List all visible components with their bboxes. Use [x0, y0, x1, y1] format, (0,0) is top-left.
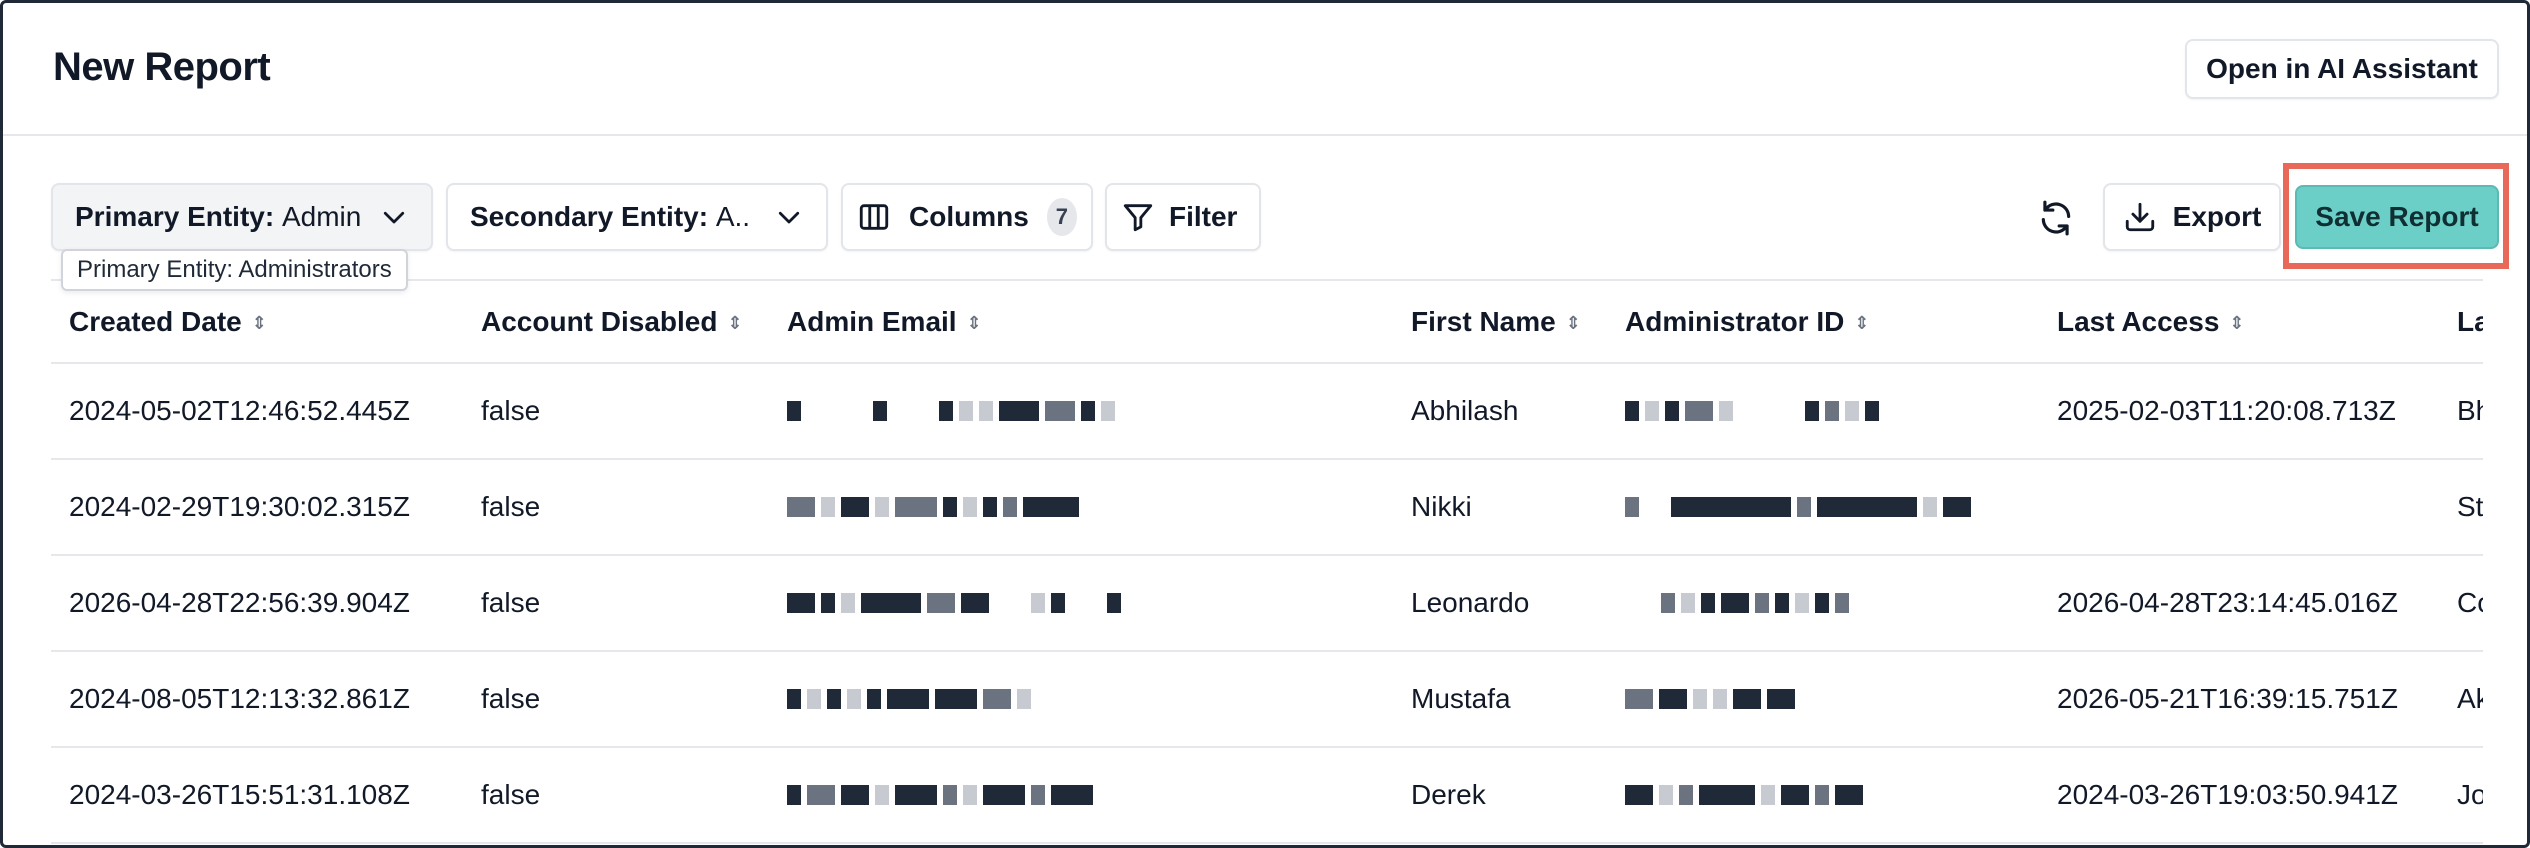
primary-entity-tooltip: Primary Entity: Administrators	[61, 249, 408, 291]
cell-last-access: 2025-02-03T11:20:08.713Z	[2039, 363, 2439, 460]
column-header-admin-email[interactable]: Admin Email ⇕	[769, 281, 1393, 364]
cell-administrator-id-redacted	[1607, 555, 2039, 652]
primary-entity-label: Primary Entity:	[75, 201, 275, 232]
export-label: Export	[2172, 201, 2262, 232]
refresh-icon[interactable]	[2037, 199, 2075, 237]
save-report-button[interactable]: Save Report	[2295, 185, 2499, 249]
redacted-text	[787, 583, 1375, 623]
cell-last-name: Ak	[2439, 651, 2483, 748]
table-row[interactable]: 2024-05-02T12:46:52.445Z false Abhilash …	[51, 363, 2483, 460]
sort-icon: ⇕	[1854, 312, 1870, 333]
cell-admin-email-redacted	[769, 459, 1393, 556]
column-header-last-name[interactable]: La	[2439, 281, 2483, 364]
cell-last-access: 2026-05-21T16:39:15.751Z	[2039, 651, 2439, 748]
report-header: New Report Open in AI Assistant	[3, 3, 2527, 136]
table-header-row: Created Date ⇕ Account Disabled ⇕ Admin Em…	[51, 281, 2483, 364]
cell-last-name: Jo	[2439, 747, 2483, 844]
cell-account-disabled: false	[463, 651, 769, 748]
sort-icon: ⇕	[2229, 312, 2245, 333]
sort-icon: ⇕	[727, 312, 743, 333]
cell-last-name: Co	[2439, 555, 2483, 652]
cell-admin-email-redacted	[769, 555, 1393, 652]
secondary-entity-value: A..	[715, 201, 751, 232]
page-title: New Report	[53, 45, 271, 89]
columns-icon	[857, 200, 891, 234]
open-ai-assistant-button[interactable]: Open in AI Assistant	[2185, 39, 2499, 99]
chevron-down-icon	[379, 202, 409, 232]
secondary-entity-select[interactable]: Secondary Entity: A..	[446, 183, 828, 251]
column-header-last-access[interactable]: Last Access ⇕	[2039, 281, 2439, 364]
cell-administrator-id-redacted	[1607, 747, 2039, 844]
cell-created-date: 2024-05-02T12:46:52.445Z	[51, 363, 463, 460]
cell-first-name: Nikki	[1393, 459, 1607, 556]
cell-administrator-id-redacted	[1607, 363, 2039, 460]
primary-entity-select[interactable]: Primary Entity: Admin	[51, 183, 433, 251]
sort-icon: ⇕	[966, 312, 982, 333]
filter-icon	[1121, 200, 1155, 234]
cell-admin-email-redacted	[769, 363, 1393, 460]
table-row[interactable]: 2024-02-29T19:30:02.315Z false Nikki St	[51, 459, 2483, 556]
column-header-account-disabled[interactable]: Account Disabled ⇕	[463, 281, 769, 364]
columns-label: Columns	[909, 201, 1029, 232]
report-table-container[interactable]: Created Date ⇕ Account Disabled ⇕ Admin Em…	[51, 279, 2483, 845]
filter-button[interactable]: Filter	[1105, 183, 1261, 251]
column-header-administrator-id[interactable]: Administrator ID ⇕	[1607, 281, 2039, 364]
chevron-down-icon	[774, 202, 804, 232]
table-row[interactable]: 2024-08-05T12:13:32.861Z false Mustafa 2…	[51, 651, 2483, 748]
redacted-text	[1625, 487, 2021, 527]
cell-last-access	[2039, 459, 2439, 556]
sort-icon: ⇕	[251, 312, 267, 333]
filter-label: Filter	[1169, 201, 1238, 232]
cell-last-access: 2024-03-26T19:03:50.941Z	[2039, 747, 2439, 844]
column-header-first-name[interactable]: First Name ⇕	[1393, 281, 1607, 364]
cell-last-access: 2026-04-28T23:14:45.016Z	[2039, 555, 2439, 652]
redacted-text	[1625, 583, 2021, 623]
redacted-text	[1625, 775, 2021, 815]
columns-count-badge: 7	[1046, 198, 1077, 236]
report-table: Created Date ⇕ Account Disabled ⇕ Admin Em…	[51, 281, 2483, 844]
cell-first-name: Abhilash	[1393, 363, 1607, 460]
cell-first-name: Mustafa	[1393, 651, 1607, 748]
column-header-created-date[interactable]: Created Date ⇕	[51, 281, 463, 364]
redacted-text	[1625, 679, 2021, 719]
cell-created-date: 2024-08-05T12:13:32.861Z	[51, 651, 463, 748]
cell-account-disabled: false	[463, 747, 769, 844]
download-icon	[2123, 200, 2157, 234]
cell-last-name: St	[2439, 459, 2483, 556]
report-window: New Report Open in AI Assistant Primary …	[0, 0, 2530, 848]
redacted-text	[787, 775, 1375, 815]
sort-icon: ⇕	[1565, 312, 1581, 333]
cell-administrator-id-redacted	[1607, 651, 2039, 748]
cell-admin-email-redacted	[769, 747, 1393, 844]
table-row[interactable]: 2026-04-28T22:56:39.904Z false Leonardo …	[51, 555, 2483, 652]
cell-first-name: Leonardo	[1393, 555, 1607, 652]
cell-administrator-id-redacted	[1607, 459, 2039, 556]
cell-admin-email-redacted	[769, 651, 1393, 748]
cell-account-disabled: false	[463, 459, 769, 556]
cell-created-date: 2026-04-28T22:56:39.904Z	[51, 555, 463, 652]
cell-last-name: Bh	[2439, 363, 2483, 460]
redacted-text	[1625, 391, 2021, 431]
primary-entity-value: Admin	[281, 201, 362, 232]
secondary-entity-label: Secondary Entity:	[470, 201, 709, 232]
cell-created-date: 2024-03-26T15:51:31.108Z	[51, 747, 463, 844]
cell-account-disabled: false	[463, 555, 769, 652]
cell-account-disabled: false	[463, 363, 769, 460]
columns-button[interactable]: Columns 7	[841, 183, 1093, 251]
secondary-entity-text: Secondary Entity: A..	[470, 201, 750, 233]
cell-first-name: Derek	[1393, 747, 1607, 844]
primary-entity-text: Primary Entity: Admin	[75, 201, 361, 233]
table-row[interactable]: 2024-03-26T15:51:31.108Z false Derek 202…	[51, 747, 2483, 844]
export-button[interactable]: Export	[2103, 183, 2281, 251]
redacted-text	[787, 487, 1375, 527]
cell-created-date: 2024-02-29T19:30:02.315Z	[51, 459, 463, 556]
redacted-text	[787, 391, 1375, 431]
redacted-text	[787, 679, 1375, 719]
